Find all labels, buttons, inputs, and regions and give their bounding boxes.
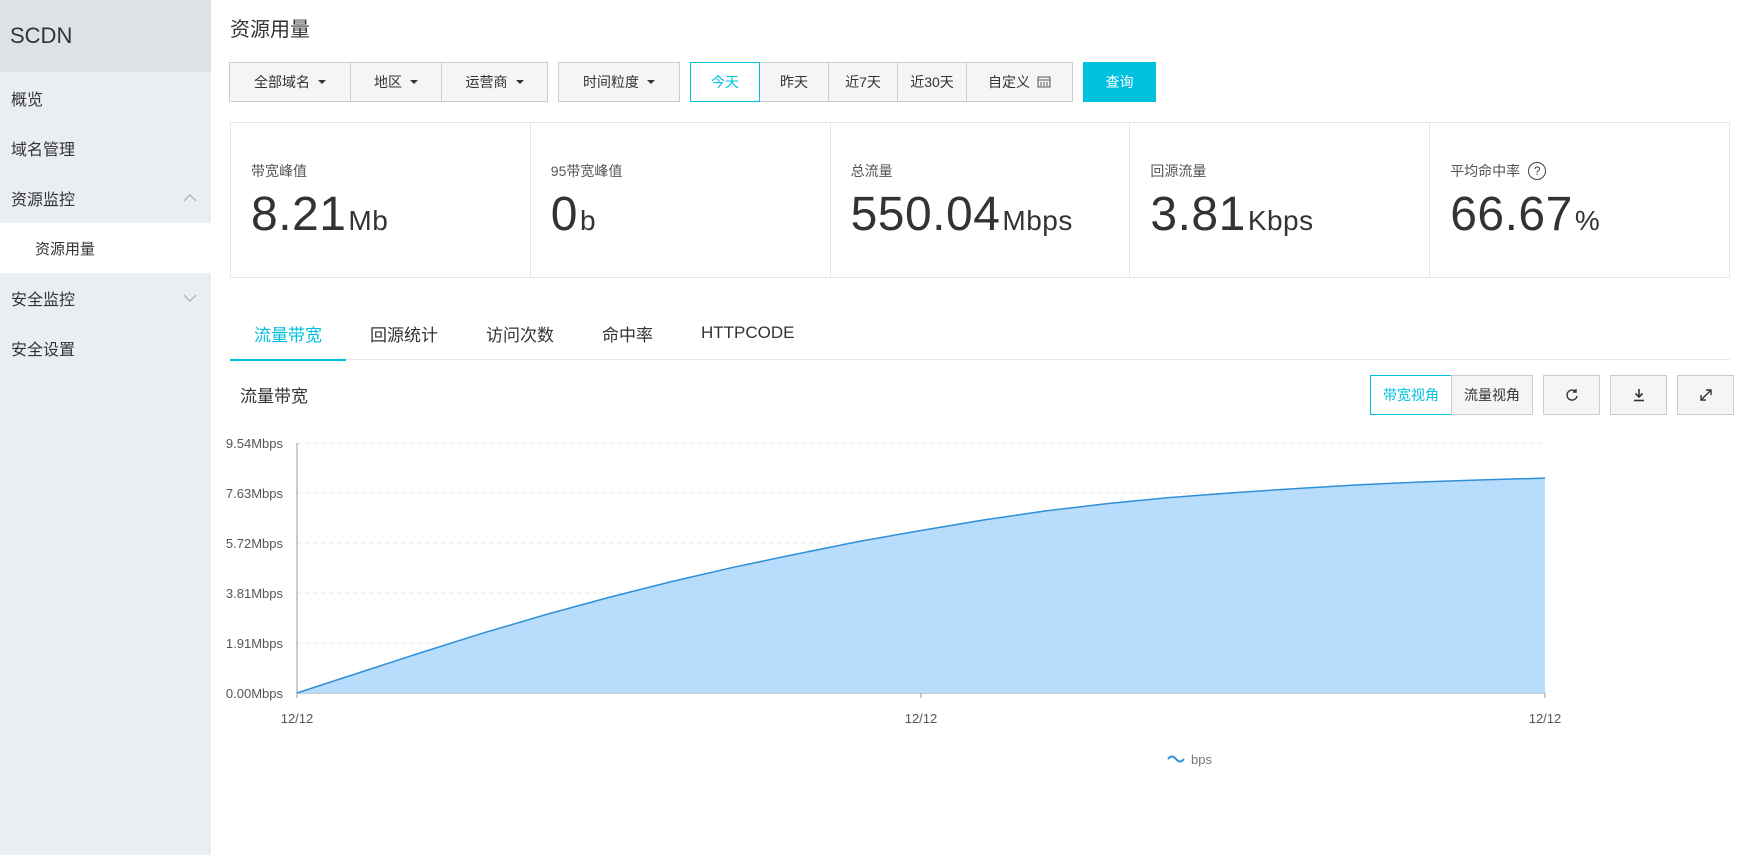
range-30days-button[interactable]: 近30天 [897,62,967,102]
sidebar-item-label: 域名管理 [11,142,76,159]
x-tick-label: 12/12 [281,711,314,726]
stat-95-bandwidth-peak: 95带宽峰值 0b [531,123,831,277]
fullscreen-button[interactable] [1677,375,1734,415]
download-icon [1633,389,1644,402]
stat-label: 95带宽峰值 [550,163,623,179]
calendar-icon [1037,76,1051,88]
brand-logo: SCDN [0,0,211,72]
stat-unit: Kbps [1247,205,1314,236]
y-tick-label: 0.00Mbps [226,686,284,701]
tab-origin-stats[interactable]: 回源统计 [346,306,462,360]
stat-unit: Mbps [1002,205,1073,236]
y-tick-label: 1.91Mbps [226,636,284,651]
stats-panel: 带宽峰值 8.21Mb 95带宽峰值 0b 总流量 550.04Mbps 回源流… [230,122,1730,278]
granularity-select-label: 时间粒度 [583,74,639,90]
range-yesterday-button[interactable]: 昨天 [759,62,829,102]
tab-httpcode[interactable]: HTTPCODE [677,306,819,360]
refresh-button[interactable] [1543,375,1600,415]
sidebar-item-security-monitoring[interactable]: 安全监控 [0,273,211,323]
sidebar-item-security-settings[interactable]: 安全设置 [0,323,211,373]
page-title: 资源用量 [230,19,310,41]
stat-origin-traffic: 回源流量 3.81Kbps [1130,123,1431,277]
sidebar-item-label: 概览 [11,92,44,109]
stat-label-row: 平均命中率? [1450,161,1729,181]
tab-visit-count[interactable]: 访问次数 [462,306,578,360]
sidebar-item-resource-usage[interactable]: 资源用量 [0,223,211,273]
caret-down-icon [318,80,326,84]
domain-select-label: 全部域名 [254,74,310,90]
caret-down-icon [515,80,524,84]
stat-label: 总流量 [850,163,893,179]
caret-down-icon [410,80,418,84]
isp-select[interactable]: 运营商 [441,62,548,102]
bandwidth-chart: 0.00Mbps 1.91Mbps 3.81Mbps 5.72Mbps 7.63Mbps… [211,425,1752,855]
x-tick-label: 12/12 [905,711,938,726]
filter-bar: 全部域名 地区 运营商 时间粒度 今天 昨天 近7天 近30天 自定义 查询 [229,62,1156,102]
sidebar-item-domain-management[interactable]: 域名管理 [0,123,211,173]
tab-traffic-bandwidth[interactable]: 流量带宽 [230,306,346,361]
y-tick-label: 7.63Mbps [226,486,284,501]
chart-svg: 0.00Mbps 1.91Mbps 3.81Mbps 5.72Mbps 7.63Mbps… [226,436,1562,767]
domain-select[interactable]: 全部域名 [229,62,351,102]
main-content: 资源用量 全部域名 地区 运营商 时间粒度 今天 昨天 近7天 近30天 自定义… [211,0,1752,855]
download-button[interactable] [1610,375,1667,415]
help-icon[interactable]: ? [1528,162,1547,180]
range-today-button[interactable]: 今天 [690,62,760,102]
stat-total-traffic: 总流量 550.04Mbps [831,123,1131,277]
stat-number: 0 [550,188,578,241]
sidebar-item-overview[interactable]: 概览 [0,73,211,123]
stat-value: 66.67% [1450,187,1729,249]
sidebar: SCDN 概览 域名管理 资源监控 资源用量 安全监控 安全设置 [0,0,211,855]
stat-value: 550.04Mbps [851,187,1130,249]
stat-bandwidth-peak: 带宽峰值 8.21Mb [231,123,531,277]
region-select-label: 地区 [374,74,402,90]
legend-label: bps [1191,752,1212,767]
stat-label: 平均命中率 [1450,163,1521,179]
y-tick-label: 9.54Mbps [226,436,284,451]
tab-hit-rate[interactable]: 命中率 [578,306,677,360]
stat-unit: b [580,205,597,236]
stat-number: 3.81 [1150,188,1246,241]
stat-average-hit-rate: 平均命中率? 66.67% [1430,123,1729,277]
series-area [297,478,1545,693]
y-tick-label: 5.72Mbps [226,536,284,551]
region-select[interactable]: 地区 [350,62,442,102]
traffic-view-button[interactable]: 流量视角 [1451,375,1533,415]
legend-swatch [1167,755,1185,763]
stat-number: 550.04 [850,188,1001,241]
stat-unit: % [1574,205,1601,236]
bandwidth-view-button[interactable]: 带宽视角 [1370,375,1452,415]
y-tick-label: 3.81Mbps [226,586,284,601]
sidebar-item-label: 资源监控 [11,192,76,209]
stat-value: 3.81Kbps [1150,187,1429,249]
range-custom-label: 自定义 [988,74,1030,90]
chevron-down-icon [183,294,197,302]
isp-select-label: 运营商 [465,74,508,90]
stat-number: 8.21 [251,188,347,241]
sidebar-item-label: 安全设置 [11,342,76,359]
query-button[interactable]: 查询 [1083,62,1156,102]
fullscreen-icon [1699,389,1712,401]
tab-bar: 流量带宽 回源统计 访问次数 命中率 HTTPCODE [230,306,1730,361]
stat-unit: Mb [348,205,389,236]
range-7days-button[interactable]: 近7天 [828,62,898,102]
stat-number: 66.67 [1450,188,1573,241]
sidebar-item-label: 资源用量 [35,240,96,258]
stat-value: 0b [551,187,830,249]
caret-down-icon [647,80,655,84]
granularity-select[interactable]: 时间粒度 [558,62,680,102]
chevron-up-icon [183,194,197,202]
sidebar-item-resource-monitoring[interactable]: 资源监控 [0,173,211,223]
refresh-icon [1565,389,1578,401]
stat-value: 8.21Mb [251,187,530,249]
stat-label: 回源流量 [1150,163,1207,179]
sidebar-item-label: 安全监控 [11,292,76,309]
range-custom-button[interactable]: 自定义 [966,62,1073,102]
chart-title: 流量带宽 [240,387,308,406]
stat-label: 带宽峰值 [251,163,307,179]
x-tick-label: 12/12 [1529,711,1562,726]
chart-toolbar: 带宽视角 流量视角 [1370,375,1734,415]
